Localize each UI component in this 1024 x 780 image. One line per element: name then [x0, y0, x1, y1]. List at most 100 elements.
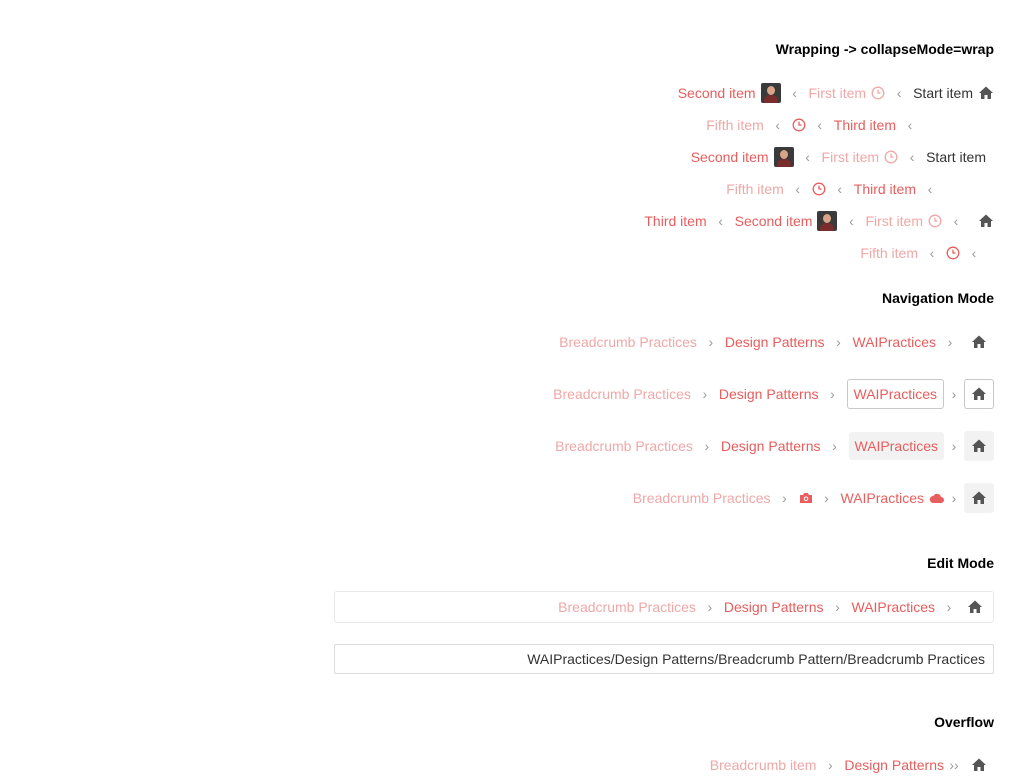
home-icon	[978, 85, 994, 101]
heading-navigation-mode: Navigation Mode	[881, 290, 994, 306]
home-icon	[971, 490, 987, 506]
breadcrumb-item-second[interactable]: Second item	[678, 83, 781, 103]
breadcrumb-nav-hover: Breadcrumb Practices › Design Patterns ›…	[555, 431, 994, 461]
chevron-left-icon: ‹	[896, 85, 902, 101]
clock-icon	[871, 86, 885, 100]
breadcrumb-wrap-1-row-2: Fifth item ‹ ‹ Third item ‹	[706, 114, 924, 136]
breadcrumb-item-fifth[interactable]: Fifth item	[726, 181, 784, 197]
chevron-left-icon: ‹	[907, 117, 913, 133]
breadcrumb-item-first[interactable]: First item	[865, 213, 942, 229]
chevron-right-icon: ›	[832, 438, 837, 454]
clock-icon[interactable]	[792, 118, 806, 132]
breadcrumb-wrap-2-row-2: Fifth item ‹ ‹ Third item ‹	[726, 178, 944, 200]
breadcrumb-item-start[interactable]: Start item	[913, 85, 994, 101]
breadcrumb-item-third[interactable]: Third item	[834, 117, 896, 133]
breadcrumb-wrap-1-row-1: Second item ‹ First item ‹ Start item	[678, 82, 994, 104]
chevron-right-icon: ›	[828, 757, 833, 773]
chevron-left-icon: ‹	[817, 117, 823, 133]
breadcrumb-item-first[interactable]: First item	[809, 85, 886, 101]
avatar	[773, 147, 794, 167]
breadcrumb-item-fifth[interactable]: Fifth item	[860, 245, 918, 261]
chevron-right-icon: ›	[707, 599, 713, 615]
breadcrumb-item-second[interactable]: Second item	[735, 211, 838, 231]
clock-icon[interactable]	[812, 182, 826, 196]
camera-icon[interactable]	[799, 492, 813, 504]
breadcrumb-nav-icons: Breadcrumb Practices › › WAIPractices ›	[633, 483, 994, 513]
breadcrumb-item-practices[interactable]: Breadcrumb Practices	[553, 386, 691, 402]
home-icon[interactable]	[978, 213, 994, 229]
clock-icon	[928, 214, 942, 228]
breadcrumb-item-design-patterns[interactable]: Design Patterns	[719, 386, 819, 402]
chevron-right-icon: ›	[704, 438, 710, 454]
home-icon	[971, 334, 987, 350]
breadcrumb-item-start[interactable]: Start item	[926, 149, 986, 165]
breadcrumb-item-third[interactable]: Third item	[854, 181, 916, 197]
home-button[interactable]	[964, 379, 994, 409]
chevron-left-icon: ‹	[775, 117, 781, 133]
chevron-left-icon: ‹	[849, 213, 854, 229]
breadcrumb-item-second[interactable]: Second item	[691, 147, 794, 167]
chevron-right-icon: ›	[951, 490, 957, 506]
breadcrumb-wrap-3-row-1: Third item ‹ Second item ‹ First item ‹	[644, 210, 994, 232]
breadcrumb-item-practices[interactable]: Breadcrumb Practices	[633, 490, 771, 506]
chevron-left-icon: ‹	[929, 245, 935, 261]
chevron-left-icon: ‹	[909, 149, 915, 165]
chevron-left-icon: ‹	[805, 149, 810, 165]
breadcrumb-item-overflow[interactable]: Breadcrumb item	[710, 757, 817, 773]
clock-icon[interactable]	[946, 246, 960, 260]
chevron-right-icon: ›	[951, 386, 957, 402]
breadcrumb-path-input[interactable]: WAIPractices/Design Patterns/Breadcrumb …	[334, 644, 994, 674]
breadcrumb-item-fifth[interactable]: Fifth item	[706, 117, 764, 133]
chevron-left-icon: ‹	[795, 181, 801, 197]
chevron-left-icon: ‹	[971, 245, 977, 261]
home-button[interactable]	[963, 592, 987, 622]
breadcrumb-item-waipractices[interactable]: WAIPractices	[848, 432, 944, 460]
home-button[interactable]	[964, 431, 994, 461]
home-button[interactable]	[964, 327, 994, 357]
chevron-right-icon: ›	[835, 599, 840, 615]
breadcrumb-item-waipractices[interactable]: WAIPractices	[846, 379, 944, 409]
chevron-right-icon: ›	[708, 334, 714, 350]
chevron-right-icon: ›	[824, 490, 829, 506]
home-icon	[971, 438, 987, 454]
breadcrumb-item-design-patterns[interactable]: Design Patterns	[721, 438, 821, 454]
heading-overflow: Overflow	[934, 714, 994, 730]
breadcrumb-item-waipractices[interactable]: WAIPractices	[841, 490, 944, 506]
breadcrumb-item-design-patterns[interactable]: Design Patterns	[724, 599, 824, 615]
path-input-value: WAIPractices/Design Patterns/Breadcrumb …	[527, 651, 985, 667]
chevron-left-icon: ‹	[718, 213, 723, 229]
breadcrumb-edit-bar[interactable]: Breadcrumb Practices › Design Patterns ›…	[334, 591, 994, 623]
chevron-left-icon: ‹	[792, 85, 797, 101]
chevron-right-icon: ›	[782, 490, 787, 506]
breadcrumb-nav-default: Breadcrumb Practices › Design Patterns ›…	[559, 327, 994, 357]
heading-edit-mode: Edit Mode	[927, 555, 994, 571]
breadcrumb-item-first[interactable]: First item	[822, 149, 899, 165]
home-button[interactable]	[964, 750, 994, 780]
avatar	[817, 211, 838, 231]
clock-icon	[884, 150, 898, 164]
breadcrumb-item-waipractices[interactable]: WAIPractices	[853, 334, 937, 350]
chevron-left-icon: ‹	[927, 181, 933, 197]
chevron-left-icon: ‹	[837, 181, 843, 197]
overflow-chevrons-icon[interactable]: ››	[944, 757, 964, 773]
heading-wrapping: Wrapping -> collapseMode=wrap	[775, 41, 994, 57]
breadcrumb-overflow: Breadcrumb item › Design Patterns ››	[710, 750, 994, 780]
breadcrumb-item-third[interactable]: Third item	[644, 213, 706, 229]
home-icon	[971, 386, 987, 402]
breadcrumb-nav-focused: Breadcrumb Practices › Design Patterns ›…	[553, 379, 994, 409]
breadcrumb-wrap-3-row-2: Fifth item ‹ ‹	[860, 242, 988, 264]
breadcrumb-item-waipractices[interactable]: WAIPractices	[852, 599, 936, 615]
breadcrumb-item-practices[interactable]: Breadcrumb Practices	[555, 438, 693, 454]
home-button[interactable]	[964, 483, 994, 513]
breadcrumb-item-design-patterns[interactable]: Design Patterns	[725, 334, 825, 350]
home-icon	[971, 757, 987, 773]
breadcrumb-item-practices[interactable]: Breadcrumb Practices	[559, 334, 697, 350]
chevron-right-icon: ›	[830, 386, 835, 402]
cloud-icon	[929, 493, 944, 504]
breadcrumb-item-design-patterns[interactable]: Design Patterns	[844, 757, 944, 773]
home-icon	[967, 599, 983, 615]
breadcrumb-item-practices[interactable]: Breadcrumb Practices	[558, 599, 696, 615]
chevron-right-icon: ›	[951, 438, 957, 454]
chevron-right-icon: ›	[836, 334, 841, 350]
breadcrumb-wrap-2-row-1: Second item ‹ First item ‹ Start item	[691, 146, 986, 168]
